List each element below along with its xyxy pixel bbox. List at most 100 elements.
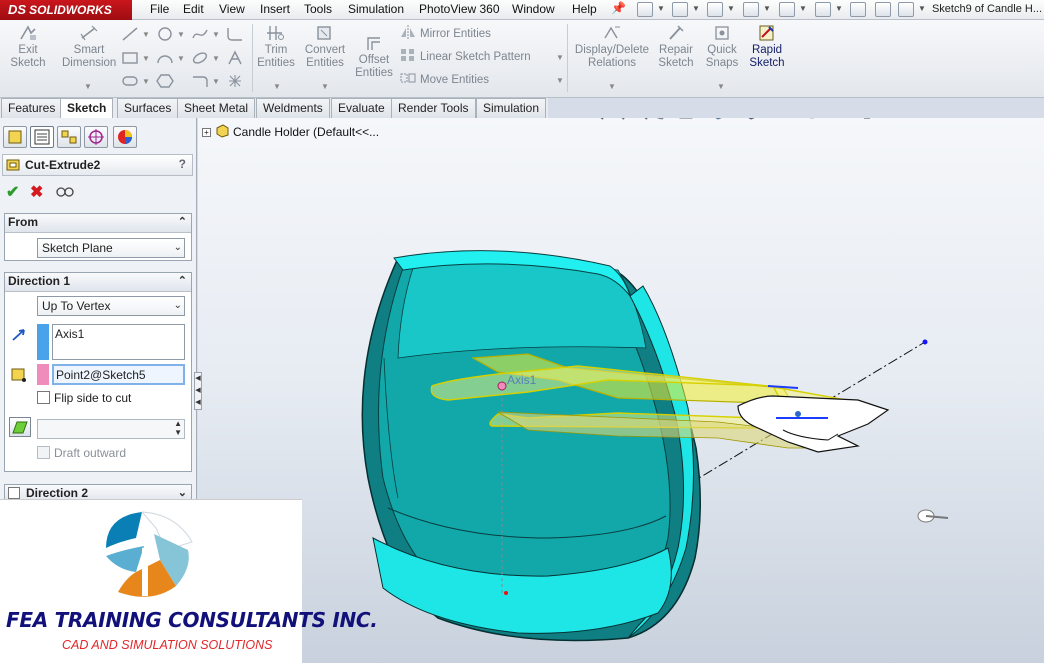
smart-dimension-button[interactable]: Smart Dimension	[62, 24, 116, 70]
rebuild-icon[interactable]	[850, 2, 866, 17]
trim-entities-button[interactable]: Trim Entities	[255, 24, 297, 70]
tab-weldments[interactable]: Weldments	[256, 98, 330, 118]
tab-sheet-metal[interactable]: Sheet Metal	[177, 98, 256, 118]
file-properties-icon[interactable]	[875, 2, 891, 17]
select-arrow-icon[interactable]	[815, 2, 831, 17]
new-document-icon[interactable]	[637, 2, 653, 17]
trim-dropdown[interactable]: ▼	[273, 82, 281, 91]
new-dropdown-arrow[interactable]: ▼	[657, 4, 665, 13]
collapse-chevron-icon[interactable]: ⌃	[178, 214, 187, 231]
display-delete-relations-button[interactable]: Display/Delete Relations	[572, 24, 652, 70]
move-entities-button[interactable]: Move Entities	[400, 71, 489, 89]
sketch-point[interactable]	[795, 411, 801, 417]
smart-dimension-dropdown[interactable]: ▼	[84, 82, 92, 91]
from-group-header[interactable]: From ⌃	[5, 214, 191, 233]
circle-dropdown[interactable]: ▼	[177, 30, 185, 39]
ok-check-icon[interactable]: ✔	[6, 182, 19, 202]
mirror-entities-button[interactable]: Mirror Entities	[400, 25, 491, 43]
flip-side-checkbox[interactable]	[37, 391, 50, 404]
menu-view[interactable]: View	[217, 0, 247, 20]
cancel-x-icon[interactable]: ✖	[30, 182, 43, 202]
tab-evaluate[interactable]: Evaluate	[331, 98, 392, 118]
exit-sketch-button[interactable]: Exit Sketch	[6, 24, 50, 70]
feature-manager-tab[interactable]	[3, 126, 27, 148]
vertex-icon[interactable]	[10, 366, 27, 382]
slot-icon[interactable]	[121, 73, 139, 89]
tab-sketch[interactable]: Sketch	[60, 98, 114, 119]
menu-photoview[interactable]: PhotoView 360	[417, 0, 502, 20]
solidworks-logo[interactable]: DS SOLIDWORKS	[0, 0, 132, 20]
linear-sketch-pattern-button[interactable]: Linear Sketch Pattern	[400, 48, 531, 66]
direction-arrow-icon[interactable]	[11, 328, 27, 342]
menu-simulation[interactable]: Simulation	[346, 0, 406, 20]
property-manager-tab[interactable]	[30, 126, 54, 148]
direction1-group-header[interactable]: Direction 1 ⌃	[5, 273, 191, 292]
undo-icon[interactable]	[779, 2, 795, 17]
draft-angle-field[interactable]: ▲ ▼	[37, 419, 185, 439]
arc-dropdown[interactable]: ▼	[177, 54, 185, 63]
detailed-preview-icon[interactable]	[55, 184, 75, 198]
undo-dropdown-arrow[interactable]: ▼	[799, 4, 807, 13]
rectangle-dropdown[interactable]: ▼	[142, 54, 150, 63]
rectangle-icon[interactable]	[121, 50, 139, 66]
menu-help[interactable]: Help	[570, 0, 599, 20]
panel-collapse-handle[interactable]: ◀ ◀ ◀	[194, 372, 202, 410]
direction-reference-box[interactable]: Axis1	[52, 324, 185, 360]
spline-dropdown[interactable]: ▼	[212, 30, 220, 39]
draft-toggle-button[interactable]	[9, 417, 31, 437]
text-icon[interactable]	[226, 50, 244, 66]
print-dropdown-arrow[interactable]: ▼	[763, 4, 771, 13]
collapse-chevron-icon[interactable]: ⌃	[178, 273, 187, 290]
linear-pattern-dropdown[interactable]: ▼	[556, 53, 564, 62]
point-icon[interactable]	[226, 73, 244, 89]
vertex-reference-box[interactable]: Point2@Sketch5	[52, 364, 185, 385]
centerline-icon[interactable]	[191, 73, 209, 89]
quick-snaps-dropdown[interactable]: ▼	[717, 82, 725, 91]
spin-arrows-icon[interactable]: ▲ ▼	[174, 419, 182, 437]
move-entities-dropdown[interactable]: ▼	[556, 76, 564, 85]
save-dropdown-arrow[interactable]: ▼	[727, 4, 735, 13]
configuration-manager-tab[interactable]	[57, 126, 81, 148]
tab-surfaces[interactable]: Surfaces	[117, 98, 179, 118]
menu-file[interactable]: File	[148, 0, 171, 20]
convert-entities-button[interactable]: Convert Entities	[302, 24, 348, 70]
end-condition-select[interactable]: Up To Vertex ⌄	[37, 296, 185, 316]
relations-dropdown[interactable]: ▼	[608, 82, 616, 91]
open-document-icon[interactable]	[672, 2, 688, 17]
model-canvas[interactable]: Axis1	[198, 118, 1044, 663]
line-dropdown[interactable]: ▼	[142, 30, 150, 39]
arc-icon[interactable]	[156, 50, 174, 66]
display-manager-tab[interactable]	[113, 126, 137, 148]
ellipse-icon[interactable]	[191, 50, 209, 66]
direction2-checkbox[interactable]	[8, 487, 20, 499]
repair-sketch-button[interactable]: Repair Sketch	[656, 24, 696, 70]
tab-render-tools[interactable]: Render Tools	[391, 98, 476, 118]
open-dropdown-arrow[interactable]: ▼	[692, 4, 700, 13]
menu-window[interactable]: Window	[510, 0, 557, 20]
help-button[interactable]: ?	[179, 157, 186, 171]
offset-entities-button[interactable]: Offset Entities	[353, 34, 395, 80]
slot-dropdown[interactable]: ▼	[142, 77, 150, 86]
rapid-sketch-button[interactable]: Rapid Sketch	[746, 24, 788, 70]
options-dropdown-arrow[interactable]: ▼	[918, 4, 926, 13]
polygon-icon[interactable]	[156, 73, 174, 89]
centerline-dropdown[interactable]: ▼	[212, 77, 220, 86]
tab-features[interactable]: Features	[1, 98, 63, 118]
print-icon[interactable]	[743, 2, 759, 17]
menu-insert[interactable]: Insert	[258, 0, 292, 20]
from-select[interactable]: Sketch Plane ⌄	[37, 238, 185, 258]
options-icon[interactable]	[898, 2, 914, 17]
circle-icon[interactable]	[156, 26, 174, 42]
tab-simulation[interactable]: Simulation	[476, 98, 547, 118]
menu-tools[interactable]: Tools	[302, 0, 334, 20]
quick-snaps-button[interactable]: Quick Snaps	[702, 24, 742, 70]
graphics-area[interactable]: +Candle Holder (Default<<... ▼ ▼ ▼ ▼ ▼ ▼	[198, 118, 1044, 663]
point2-marker[interactable]	[497, 381, 507, 391]
dimxpert-manager-tab[interactable]	[84, 126, 108, 148]
spline-icon[interactable]	[191, 26, 209, 42]
menu-edit[interactable]: Edit	[181, 0, 206, 20]
select-dropdown-arrow[interactable]: ▼	[835, 4, 843, 13]
pin-icon[interactable]: 📌	[611, 1, 626, 15]
ellipse-dropdown[interactable]: ▼	[212, 54, 220, 63]
convert-dropdown[interactable]: ▼	[321, 82, 329, 91]
